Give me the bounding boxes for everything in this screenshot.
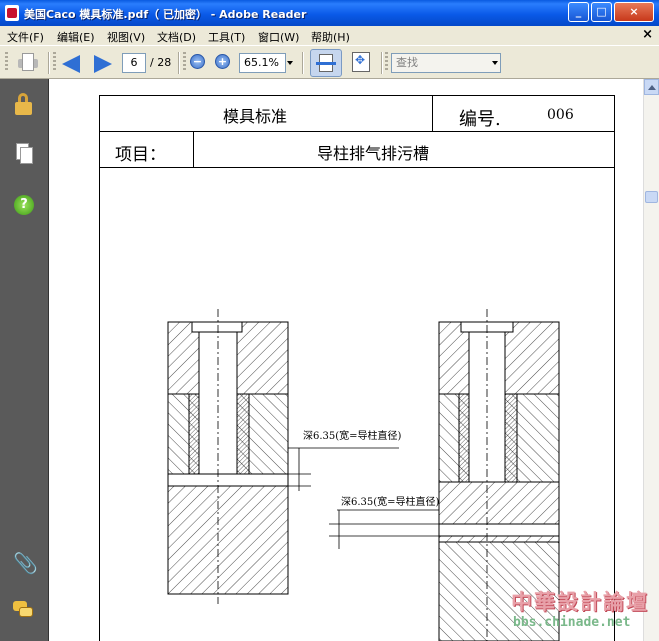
- toolbar-separator: [302, 52, 304, 74]
- page-number-input[interactable]: 6: [122, 53, 146, 73]
- maximize-button[interactable]: □: [591, 2, 612, 22]
- toolbar-grip[interactable]: [385, 52, 388, 72]
- zoom-out-icon[interactable]: −: [190, 54, 205, 69]
- forum-watermark: 中華設計論壇 bbs.chinade.net: [505, 586, 655, 638]
- toolbar-grip[interactable]: [53, 52, 56, 72]
- lock-body: [15, 102, 32, 115]
- fit-width-icon: [316, 62, 336, 65]
- pages-icon[interactable]: [13, 143, 35, 165]
- fit-width-button[interactable]: [310, 49, 342, 77]
- scroll-thumb[interactable]: [645, 191, 658, 203]
- next-page-icon[interactable]: [94, 55, 112, 73]
- watermark-url: bbs.chinade.net: [513, 615, 631, 630]
- gap-line-left: [167, 473, 289, 487]
- vent-annotation-left: 深6.35(宽=导柱直径): [303, 429, 402, 442]
- menu-file[interactable]: 文件(F): [7, 29, 44, 45]
- menu-help[interactable]: 帮助(H): [311, 29, 350, 45]
- toolbar-separator: [48, 52, 50, 74]
- title-bar: 美国Caco 模具标准.pdf（ 已加密） - Adobe Reader _ □…: [0, 0, 659, 26]
- vent-annotation-right: 深6.35(宽=导柱直径): [341, 495, 440, 508]
- document-close-icon[interactable]: ×: [642, 27, 653, 42]
- toolbar-separator: [178, 52, 180, 74]
- zoom-level-input[interactable]: 65.1%: [239, 53, 286, 73]
- window-title: 美国Caco 模具标准.pdf（ 已加密） - Adobe Reader: [24, 8, 307, 21]
- menu-bar: 文件(F) 编辑(E) 视图(V) 文档(D) 工具(T) 窗口(W) 帮助(H…: [0, 26, 659, 45]
- left-assembly: [167, 309, 399, 604]
- zoom-in-icon[interactable]: +: [215, 54, 230, 69]
- watermark-title: 中華設計論壇: [511, 590, 649, 614]
- page-shape: [20, 147, 33, 164]
- attachment-icon[interactable]: 📎: [13, 551, 38, 575]
- menu-view[interactable]: 视图(V): [107, 29, 145, 45]
- bottom-plate-left: [167, 485, 289, 595]
- fit-page-icon[interactable]: [352, 52, 370, 72]
- menu-window[interactable]: 窗口(W): [258, 29, 299, 45]
- toolbar-separator: [381, 52, 383, 74]
- vertical-scrollbar[interactable]: [643, 79, 659, 641]
- navigation-sidebar: ? 📎: [0, 79, 49, 641]
- minimize-button[interactable]: _: [568, 2, 589, 22]
- zoom-dropdown-icon[interactable]: [287, 61, 293, 65]
- document-view[interactable]: 模具标准 编号. 006 项目： 导柱排气排污槽 深6.35(宽=导柱直径) 深…: [49, 79, 643, 641]
- previous-page-icon[interactable]: [62, 55, 80, 73]
- technical-drawing: 深6.35(宽=导柱直径) 深6.35(宽=导柱直径): [167, 309, 560, 641]
- menu-document[interactable]: 文档(D): [157, 29, 196, 45]
- search-dropdown-icon[interactable]: [492, 61, 498, 65]
- close-button[interactable]: ×: [614, 2, 654, 22]
- vent-slot-right: [438, 523, 560, 537]
- help-icon[interactable]: ?: [14, 195, 34, 215]
- search-input[interactable]: 查找: [391, 53, 501, 73]
- pillar-head-left: [191, 321, 243, 333]
- print-icon[interactable]: [18, 53, 38, 71]
- toolbar-grip[interactable]: [183, 52, 186, 72]
- toolbar: 6 / 28 − + 65.1% 查找: [0, 45, 659, 79]
- page-count: / 28: [150, 56, 172, 69]
- toolbar-grip[interactable]: [5, 52, 8, 72]
- menu-edit[interactable]: 编辑(E): [57, 29, 95, 45]
- lock-icon[interactable]: [13, 93, 35, 115]
- comments-icon[interactable]: [13, 601, 35, 623]
- comment-bubble: [19, 607, 33, 617]
- menu-tools[interactable]: 工具(T): [208, 29, 245, 45]
- adobe-reader-icon: [5, 5, 19, 21]
- scroll-up-icon[interactable]: [644, 79, 659, 95]
